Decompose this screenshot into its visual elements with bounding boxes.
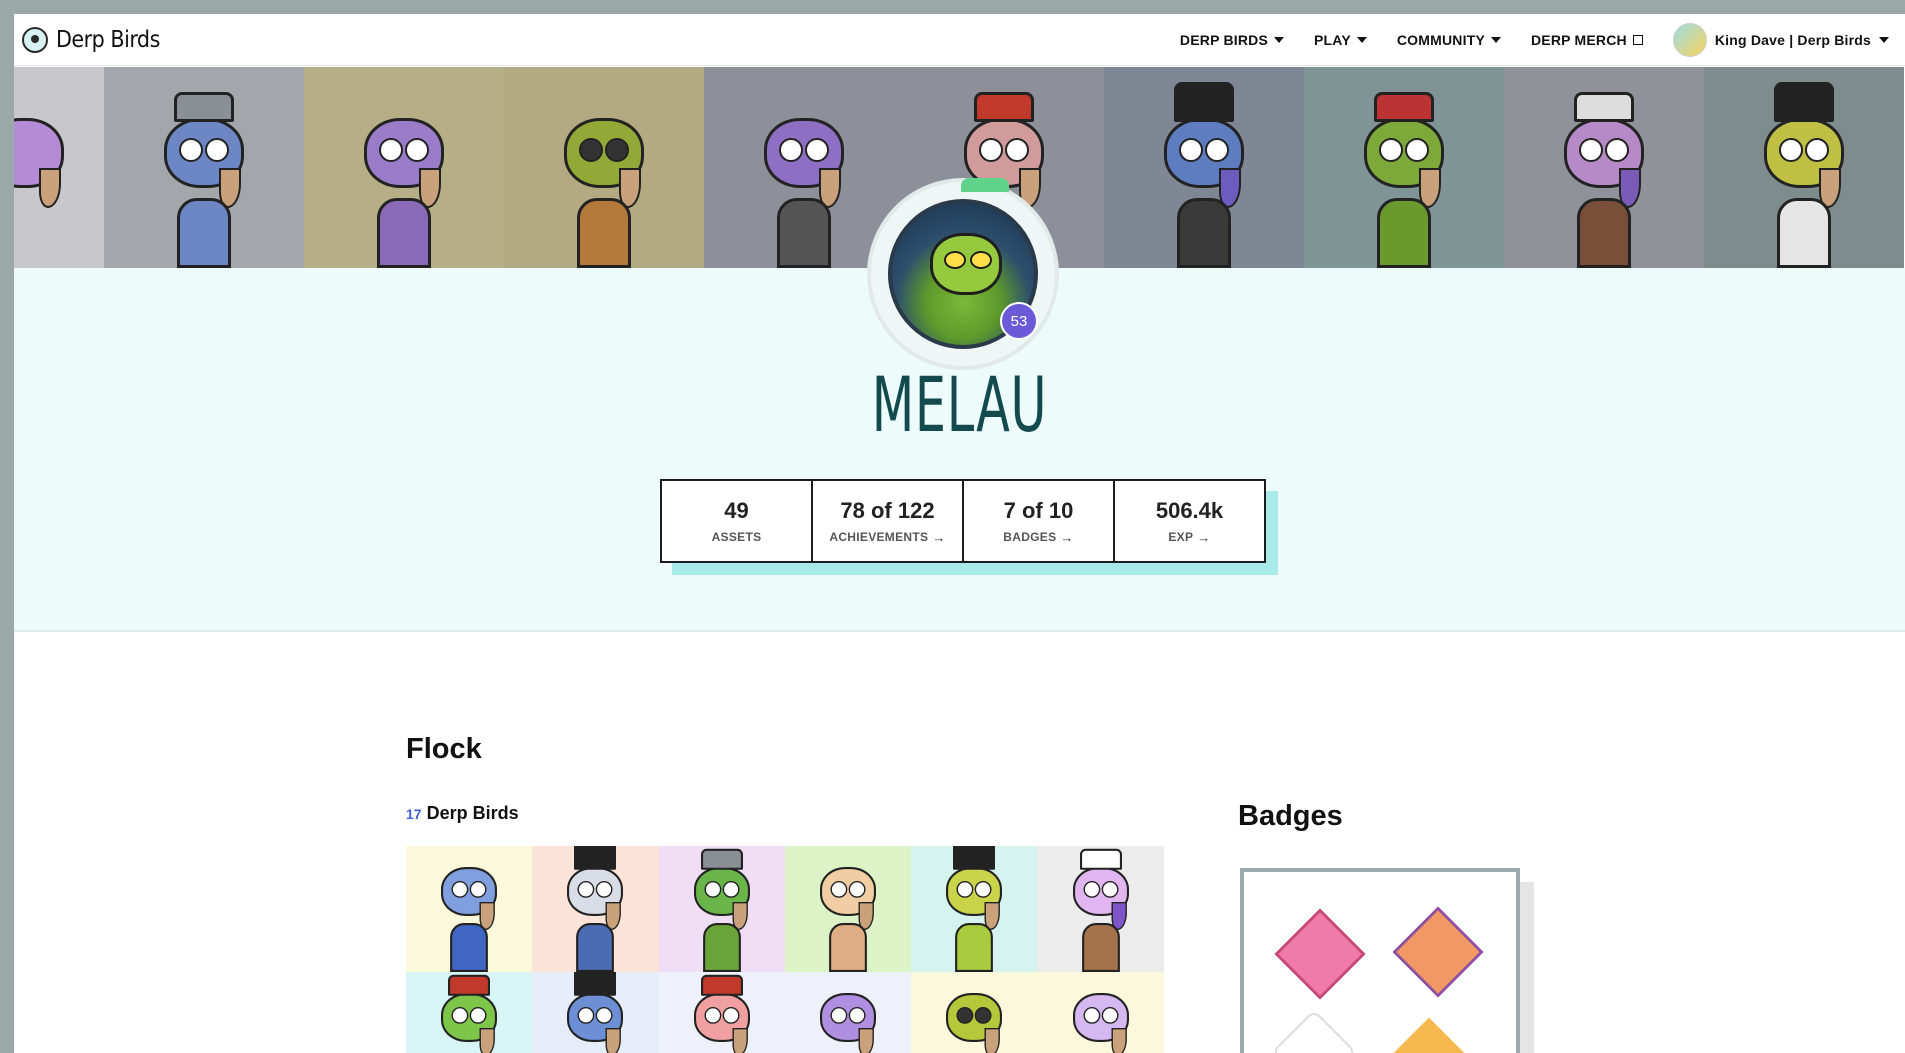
banner-bird [1504,67,1704,268]
nav-derp-birds[interactable]: DERP BIRDS [1180,32,1284,48]
flock-bird-card[interactable] [658,972,785,1053]
stat-achievements[interactable]: 78 of 122 ACHIEVEMENTS → [813,481,964,561]
banner-bird [14,67,104,268]
bird-logo-icon [22,26,48,53]
level-progress-arc [961,178,1009,192]
stat-badges[interactable]: 7 of 10 BADGES → [964,481,1115,561]
flock-count-number: 17 [406,806,422,822]
stat-label: BADGES [1003,530,1057,544]
flock-bird-card[interactable] [532,846,659,972]
banner-bird [1304,67,1504,268]
banner-bird [1104,67,1304,268]
stat-exp[interactable]: 506.4k EXP → [1115,481,1264,561]
stat-assets: 49 ASSETS [662,481,813,561]
profile-name: MELAU [871,360,1048,449]
flock-bird-card[interactable] [406,972,533,1053]
nav-play[interactable]: PLAY [1314,32,1367,48]
caret-down-icon [1490,36,1501,43]
stat-label: ACHIEVEMENTS [829,530,929,544]
banner-bird [1704,67,1904,268]
caret-down-icon [1879,36,1889,43]
external-link-icon [1632,34,1643,45]
flock-count: 17 Derp Birds [406,803,519,824]
stats-bar: 49 ASSETS 78 of 122 ACHIEVEMENTS → 7 of 1… [660,479,1266,563]
caret-down-icon [1356,36,1367,43]
brand-name: Derp Birds [56,26,160,53]
user-avatar [1672,22,1707,57]
avatar-eye [970,251,992,269]
banner-bird [504,67,704,268]
arrow-right-icon: → [932,529,946,545]
stat-value: 49 [724,498,749,523]
flock-bird-card[interactable] [911,846,1038,972]
user-menu[interactable]: King Dave | Derp Birds [1672,22,1889,57]
flock-heading: Flock [406,733,482,765]
flock-bird-card[interactable] [1037,972,1164,1053]
level-badge: 53 [1000,302,1038,340]
avatar-eye [944,251,966,269]
avatar-bird-face [930,233,1002,295]
window-border-left [0,0,14,1053]
stat-value: 78 of 122 [840,497,935,523]
badge-icon[interactable] [1393,1017,1465,1053]
badge-icon[interactable] [1274,908,1366,1000]
stat-value: 7 of 10 [1003,497,1074,523]
stat-label: EXP [1168,530,1194,544]
arrow-right-icon: → [1060,529,1074,545]
stat-value: 506.4k [1155,497,1224,523]
user-name: King Dave | Derp Birds [1714,31,1871,48]
window-border-top [0,0,1905,14]
locked-badge-icon[interactable] [1271,1009,1357,1053]
arrow-right-icon: → [1197,529,1211,545]
banner-bird [304,67,504,268]
flock-grid [406,846,1164,1053]
badges-heading: Badges [1238,800,1343,832]
caret-down-icon [1274,36,1284,43]
stat-label: ASSETS [711,530,762,544]
flock-bird-card[interactable] [658,846,785,972]
flock-bird-card[interactable] [911,972,1038,1053]
nav-derp-merch[interactable]: DERP MERCH [1531,32,1643,48]
flock-count-label: Derp Birds [426,803,519,823]
top-nav: Derp Birds DERP BIRDS PLAY COMMUNITY DER… [14,14,1905,66]
nav-derp-merch-label: DERP MERCH [1530,31,1627,48]
flock-bird-card[interactable] [784,972,912,1053]
page: Derp Birds DERP BIRDS PLAY COMMUNITY DER… [0,0,1905,1053]
flock-bird-card[interactable] [532,972,659,1053]
badges-panel [1240,868,1520,1053]
nav-community-label: COMMUNITY [1396,31,1485,48]
brand-logo[interactable]: Derp Birds [22,26,160,53]
flock-bird-card[interactable] [784,846,912,972]
flock-bird-card[interactable] [1037,846,1164,972]
nav-community[interactable]: COMMUNITY [1397,32,1501,48]
flock-bird-card[interactable] [406,846,533,972]
badge-icon[interactable] [1392,906,1484,998]
banner-bird [104,67,304,268]
nav-play-label: PLAY [1314,31,1351,48]
nav-derp-birds-label: DERP BIRDS [1179,31,1268,48]
